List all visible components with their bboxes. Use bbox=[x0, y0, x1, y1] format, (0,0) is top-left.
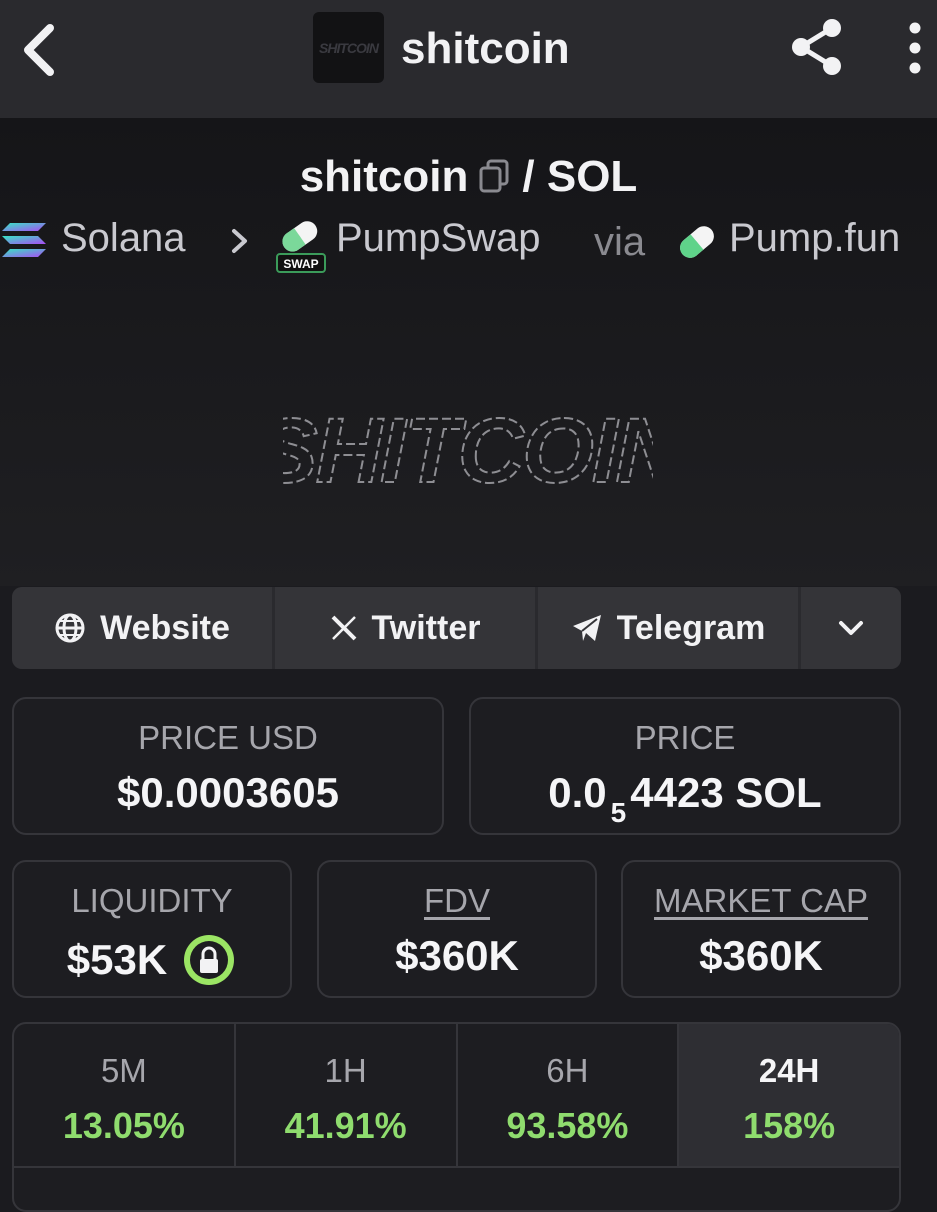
twitter-button[interactable]: Twitter bbox=[275, 587, 535, 669]
tab-1h-change: 41.91% bbox=[284, 1105, 407, 1146]
tab-6h[interactable]: 6H 93.58% bbox=[458, 1024, 680, 1166]
price-native-subscript: 5 bbox=[610, 797, 627, 829]
chevron-down-icon bbox=[839, 621, 863, 635]
globe-icon bbox=[54, 612, 86, 644]
website-button[interactable]: Website bbox=[12, 587, 272, 669]
token-logo-text: SHITCOIN bbox=[319, 39, 379, 56]
tab-1h-label: 1H bbox=[324, 1052, 367, 1089]
fdv-label: FDV bbox=[424, 882, 490, 919]
pair-quote: SOL bbox=[546, 152, 638, 201]
price-native-label: PRICE bbox=[634, 719, 736, 756]
telegram-label: Telegram bbox=[616, 608, 766, 647]
tab-6h-change: 93.58% bbox=[506, 1105, 629, 1146]
top-app-bar: SHITCOIN shitcoin bbox=[0, 0, 937, 118]
market-cap-label: MARKET CAP bbox=[654, 882, 868, 919]
market-cap-card[interactable]: MARKET CAP $360K bbox=[621, 860, 901, 998]
more-vertical-icon bbox=[909, 22, 921, 74]
chain-breadcrumb: Solana SWAP PumpSwap via Pump.fun bbox=[0, 212, 937, 273]
price-usd-value: $0.0003605 bbox=[117, 769, 339, 816]
market-cap-value: $360K bbox=[699, 932, 823, 979]
tab-24h-change: 158% bbox=[743, 1105, 836, 1146]
liquidity-card: LIQUIDITY $53K bbox=[12, 860, 292, 998]
liquidity-value-row: $53K bbox=[14, 932, 290, 988]
back-button[interactable] bbox=[14, 22, 66, 78]
price-native-suffix: 4423 SOL bbox=[630, 769, 822, 816]
more-links-button[interactable] bbox=[801, 587, 901, 669]
tab-5m-label: 5M bbox=[100, 1052, 147, 1089]
price-usd-label: PRICE USD bbox=[138, 719, 318, 756]
telegram-icon bbox=[571, 613, 603, 643]
website-label: Website bbox=[100, 608, 230, 647]
fdv-value: $360K bbox=[395, 932, 519, 979]
chevron-right-icon bbox=[230, 220, 250, 272]
chain-link-pumpswap[interactable]: PumpSwap bbox=[336, 212, 541, 264]
copy-icon[interactable] bbox=[478, 152, 510, 206]
chevron-left-icon bbox=[24, 24, 54, 76]
lock-icon[interactable] bbox=[181, 932, 237, 988]
token-banner: SHITCOIN bbox=[255, 399, 687, 503]
solana-icon bbox=[0, 220, 48, 272]
tab-24h-label: 24H bbox=[758, 1052, 820, 1089]
via-label: via bbox=[594, 220, 646, 264]
chain-link-pumpfun[interactable]: Pump.fun bbox=[729, 212, 900, 264]
pair-title: shitcoin / SOL bbox=[0, 150, 937, 206]
price-native-value: 0.0 54423 SOL bbox=[471, 769, 899, 831]
share-icon bbox=[792, 19, 841, 75]
telegram-button[interactable]: Telegram bbox=[538, 587, 798, 669]
tab-6h-label: 6H bbox=[546, 1052, 589, 1089]
more-options-button[interactable] bbox=[900, 20, 930, 76]
pair-separator: / bbox=[522, 152, 535, 201]
timeframe-tabs: 5M 13.05% 1H 41.91% 6H 93.58% 24H 158% bbox=[12, 1022, 901, 1212]
tab-1h[interactable]: 1H 41.91% bbox=[236, 1024, 458, 1166]
fdv-card[interactable]: FDV $360K bbox=[317, 860, 597, 998]
liquidity-value: $53K bbox=[66, 936, 168, 983]
social-links-bar: Website Twitter Telegram bbox=[12, 587, 901, 669]
twitter-label: Twitter bbox=[371, 608, 481, 647]
price-usd-card: PRICE USD $0.0003605 bbox=[12, 697, 444, 835]
token-logo: SHITCOIN bbox=[313, 12, 384, 83]
price-native-prefix: 0.0 bbox=[548, 769, 607, 816]
tab-5m-change: 13.05% bbox=[62, 1105, 185, 1146]
banner-text: SHITCOIN bbox=[283, 404, 653, 500]
liquidity-label: LIQUIDITY bbox=[71, 882, 233, 919]
share-button[interactable] bbox=[786, 16, 848, 78]
pumpswap-icon: SWAP bbox=[276, 216, 326, 287]
dex-badge-text: SWAP bbox=[283, 257, 318, 271]
x-icon bbox=[330, 614, 358, 642]
page-title: shitcoin bbox=[401, 24, 570, 73]
tab-24h[interactable]: 24H 158% bbox=[679, 1024, 899, 1166]
pair-base: shitcoin bbox=[299, 152, 469, 201]
pill-icon bbox=[675, 222, 719, 275]
chain-link-solana[interactable]: Solana bbox=[61, 212, 186, 264]
tab-5m[interactable]: 5M 13.05% bbox=[14, 1024, 236, 1166]
price-native-card: PRICE 0.0 54423 SOL bbox=[469, 697, 901, 835]
